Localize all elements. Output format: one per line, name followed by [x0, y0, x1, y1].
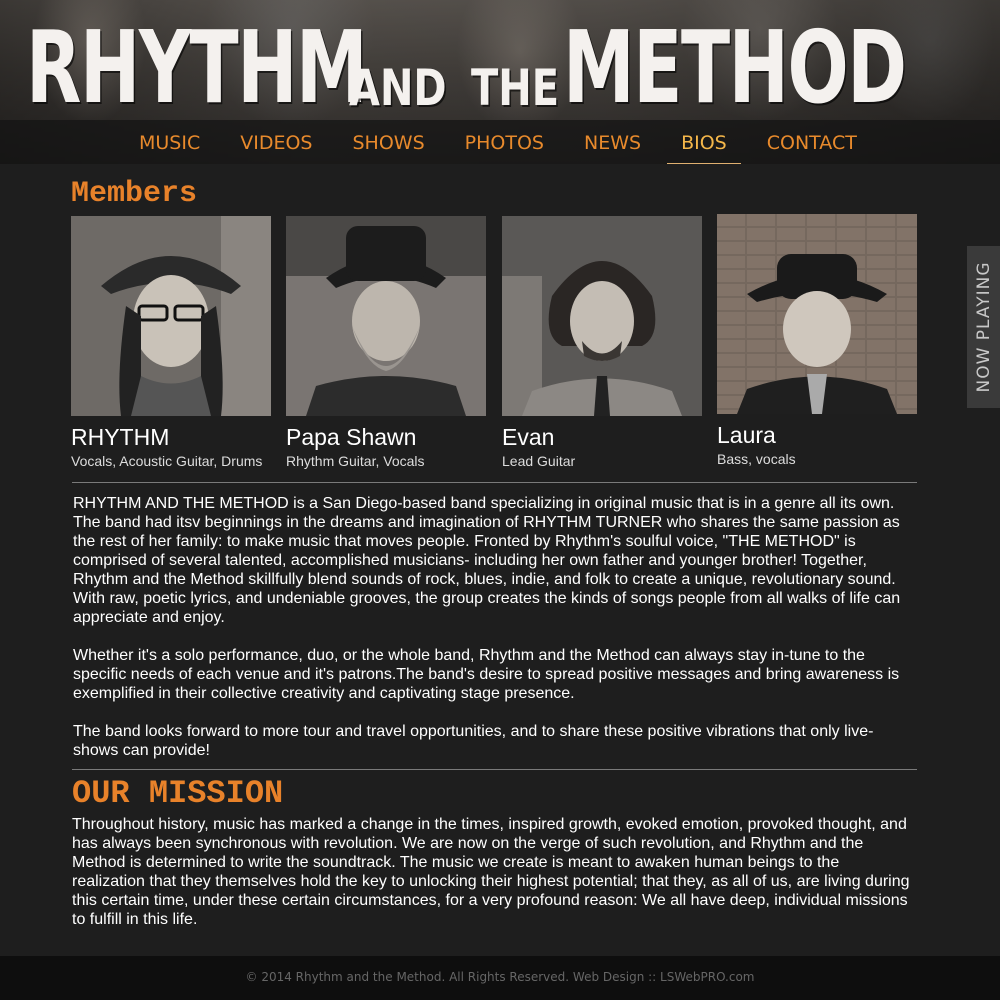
main-content: Members RHYTHM Vocals, Acoustic Guitar, … — [0, 164, 1000, 956]
member-photo — [502, 216, 702, 416]
divider — [72, 769, 917, 770]
nav-music[interactable]: MUSIC — [125, 120, 214, 164]
member-photo — [286, 216, 486, 416]
member-name: Laura — [717, 422, 776, 448]
band-bio: RHYTHM AND THE METHOD is a San Diego-bas… — [73, 494, 913, 779]
nav-videos[interactable]: VIDEOS — [226, 120, 326, 164]
member-name: Papa Shawn — [286, 424, 417, 450]
member-role: Rhythm Guitar, Vocals — [286, 453, 425, 469]
divider — [72, 482, 917, 483]
member-card: Laura Bass, vocals — [717, 214, 917, 467]
member-photo — [717, 214, 917, 414]
footer: © 2014 Rhythm and the Method. All Rights… — [0, 956, 1000, 1000]
bio-paragraph: RHYTHM AND THE METHOD is a San Diego-bas… — [73, 495, 901, 626]
member-photo — [71, 216, 271, 416]
nav-news[interactable]: NEWS — [570, 120, 655, 164]
member-role: Lead Guitar — [502, 453, 576, 469]
bio-paragraph: The band looks forward to more tour and … — [73, 723, 874, 759]
nav-shows[interactable]: SHOWS — [339, 120, 439, 164]
logo-the: THE — [470, 59, 559, 117]
member-role: Vocals, Acoustic Guitar, Drums — [71, 453, 263, 469]
mission-heading: OUR MISSION — [72, 775, 284, 812]
member-card: RHYTHM Vocals, Acoustic Guitar, Drums — [71, 216, 271, 469]
now-playing-label: NOW PLAYING — [973, 261, 994, 393]
member-name: RHYTHM — [71, 424, 170, 450]
member-card: Papa Shawn Rhythm Guitar, Vocals — [286, 216, 486, 469]
mission-text: Throughout history, music has marked a c… — [72, 816, 910, 928]
member-card: Evan Lead Guitar — [502, 216, 702, 469]
nav-contact[interactable]: CONTACT — [753, 120, 871, 164]
nav-photos[interactable]: PHOTOS — [451, 120, 558, 164]
logo-and: AND — [348, 59, 447, 117]
member-role: Bass, vocals — [717, 451, 796, 467]
logo-method: METHOD — [562, 9, 907, 126]
site-header: RHYTHM AND THE METHOD MUSIC VIDEOS SHOWS… — [0, 0, 1000, 164]
logo-rhythm: RHYTHM — [26, 9, 368, 126]
band-logo[interactable]: RHYTHM AND THE METHOD — [26, 6, 976, 118]
now-playing-tab[interactable]: NOW PLAYING — [967, 246, 1000, 408]
main-nav: MUSIC VIDEOS SHOWS PHOTOS NEWS BIOS CONT… — [0, 120, 1000, 164]
nav-bios[interactable]: BIOS — [667, 120, 741, 164]
members-heading: Members — [71, 177, 198, 211]
member-name: Evan — [502, 424, 555, 450]
bio-paragraph: Whether it's a solo performance, duo, or… — [73, 647, 900, 702]
